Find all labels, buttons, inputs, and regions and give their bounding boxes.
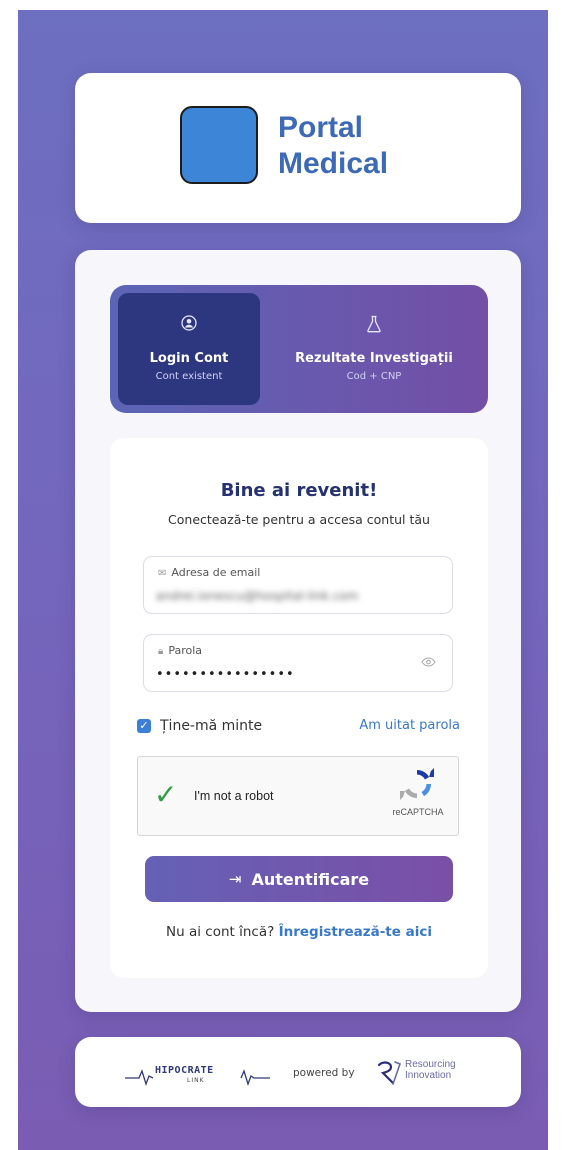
submit-label: Autentificare: [251, 869, 370, 889]
app-screen: Portal Medical Login Cont Cont existent …: [18, 10, 548, 1150]
recaptcha-brand: reCAPTCHA: [392, 807, 444, 817]
brand-name: Resourcing Innovation: [405, 1059, 456, 1081]
lock-icon: 🔒︎: [158, 646, 164, 657]
tab-investigation-results[interactable]: Rezultate Investigații Cod + CNP: [268, 293, 480, 405]
remember-checkbox[interactable]: ✓: [137, 719, 151, 733]
tab-results-title: Rezultate Investigații: [295, 351, 453, 366]
footer-card: HIPOCRATE LINK powered by Resourcing Inn…: [75, 1037, 521, 1107]
brand-line1: Resourcing: [405, 1059, 456, 1070]
captcha-label: I'm not a robot: [194, 789, 274, 803]
logo-card: Portal Medical: [75, 73, 521, 223]
flask-icon: [268, 315, 480, 337]
partner-logo: HIPOCRATE: [155, 1065, 214, 1076]
tab-results-subtitle: Cod + CNP: [346, 371, 402, 382]
app-logo-mark: [180, 106, 258, 184]
partner-sub: LINK: [187, 1077, 205, 1084]
powered-by: powered by: [293, 1067, 355, 1079]
login-form: Bine ai revenit! Conectează-te pentru a …: [110, 438, 488, 978]
remember-label: Ține-mă minte: [160, 718, 263, 734]
brand-line2: Innovation: [405, 1070, 452, 1081]
tab-login-subtitle: Cont existent: [155, 371, 223, 382]
login-tabs: Login Cont Cont existent Rezultate Inves…: [110, 285, 488, 413]
recaptcha-widget[interactable]: ✓ I'm not a robot reCAPTCHA: [137, 756, 459, 836]
sign-in-icon: ⇥: [228, 870, 242, 888]
login-submit-button[interactable]: ⇥ Autentificare: [145, 856, 453, 902]
password-label: Parola: [168, 644, 203, 657]
tab-login-title: Login Cont: [149, 351, 229, 366]
login-card: Login Cont Cont existent Rezultate Inves…: [75, 250, 521, 1012]
user-circle-icon: [118, 315, 260, 337]
register-prompt: Nu ai cont încă? Înregistrează-te aici: [110, 924, 488, 940]
eye-icon[interactable]: [421, 656, 436, 671]
email-field: ✉ Adresa de email: [143, 556, 453, 614]
password-field: 🔒︎ Parola: [143, 634, 453, 692]
app-name-line1: Portal: [278, 111, 364, 144]
checkmark-icon[interactable]: ✓: [154, 779, 177, 811]
form-title: Bine ai revenit!: [220, 480, 378, 501]
app-name-line2: Medical: [278, 147, 389, 180]
tab-login-account[interactable]: Login Cont Cont existent: [118, 293, 260, 405]
email-label: Adresa de email: [171, 566, 261, 579]
app-name: Portal Medical: [278, 110, 388, 182]
envelope-icon: ✉: [158, 568, 167, 579]
register-link[interactable]: Înregistrează-te aici: [279, 924, 432, 940]
email-input[interactable]: [156, 585, 406, 607]
remember-me[interactable]: ✓ Ține-mă minte: [137, 716, 262, 736]
forgot-password-link[interactable]: Am uitat parola: [359, 718, 460, 733]
password-input[interactable]: [156, 663, 406, 685]
recaptcha-icon: [400, 768, 434, 800]
register-text: Nu ai cont încă?: [166, 924, 275, 940]
form-subtitle: Conectează-te pentru a accesa contul tău: [168, 512, 430, 527]
resourcing-innovation-logo-icon: [377, 1061, 402, 1085]
